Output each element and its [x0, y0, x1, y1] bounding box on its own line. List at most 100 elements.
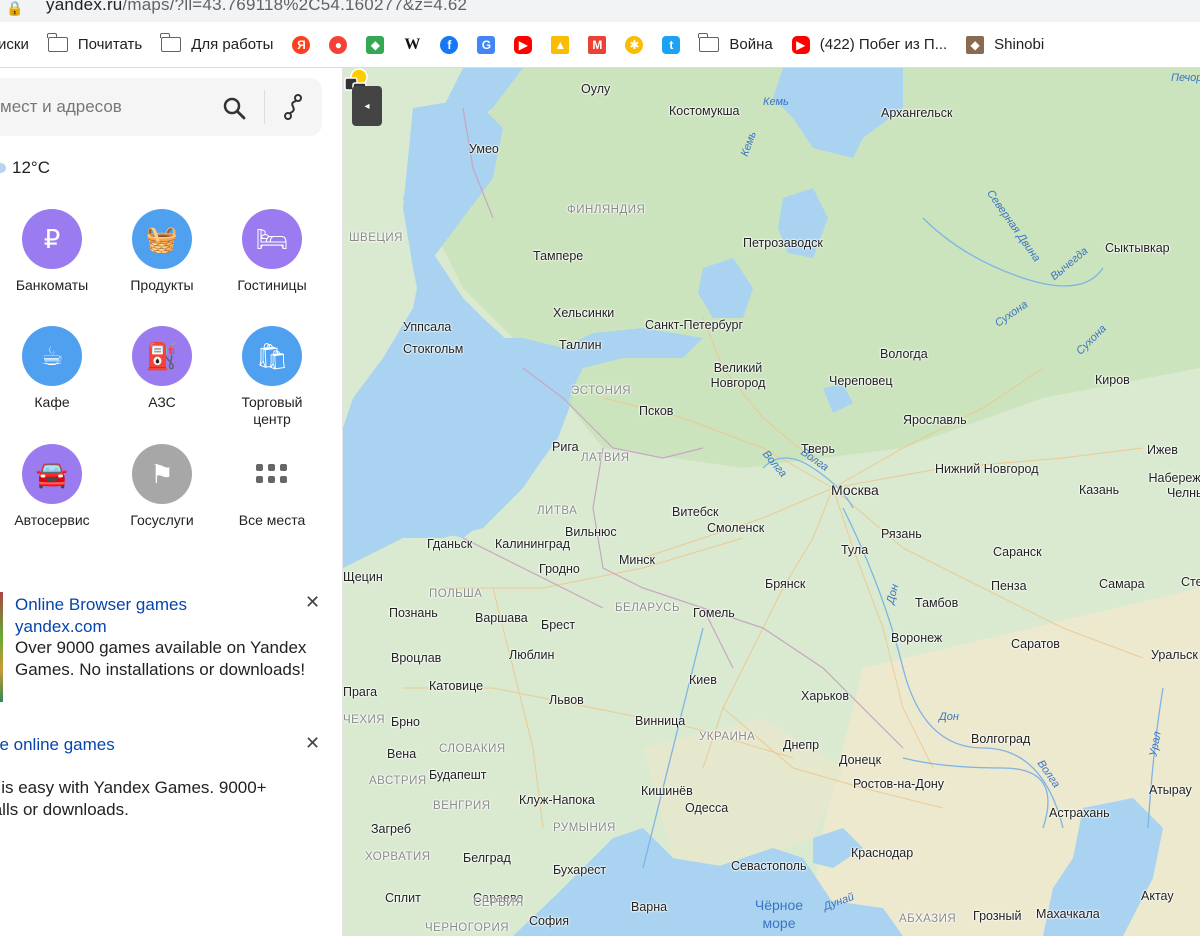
city-label[interactable]: Донецк [839, 753, 881, 767]
city-label[interactable]: Таллин [559, 338, 602, 352]
city-label[interactable]: Череповец [829, 374, 893, 388]
city-label[interactable]: Варшава [475, 611, 528, 625]
city-label[interactable]: Днепр [783, 738, 819, 752]
city-label[interactable]: Тула [841, 543, 868, 557]
city-label[interactable]: Прага [343, 685, 377, 699]
city-label[interactable]: Вильнюс [565, 525, 617, 539]
city-label[interactable]: Пенза [991, 579, 1027, 593]
city-label[interactable]: Люблин [509, 648, 554, 662]
category-item[interactable]: ☕ Кафе [0, 326, 107, 411]
category-item[interactable]: Все места [217, 444, 327, 529]
bookmark-item[interactable]: Война [698, 22, 773, 68]
city-label[interactable]: Киров [1095, 373, 1130, 387]
city-label[interactable]: Варна [631, 900, 667, 914]
city-label[interactable]: Набережные Челны [1141, 471, 1200, 501]
city-label[interactable]: Уппсала [403, 320, 451, 334]
city-label[interactable]: Белград [463, 851, 511, 865]
city-label[interactable]: Тампере [533, 249, 583, 263]
city-label[interactable]: Рига [552, 440, 579, 454]
city-label[interactable]: Катовице [429, 679, 483, 693]
search-icon[interactable] [222, 96, 246, 120]
city-label[interactable]: Стокгольм [403, 342, 463, 356]
city-label[interactable]: Москва [831, 482, 879, 498]
bookmark-item[interactable]: W [403, 22, 422, 68]
city-label[interactable]: Петрозаводск [743, 236, 823, 250]
city-label[interactable]: Нижний Новгород [935, 462, 1039, 476]
city-label[interactable]: Казань [1079, 483, 1119, 497]
city-label[interactable]: Уральск [1151, 648, 1198, 662]
city-label[interactable]: Брянск [765, 577, 805, 591]
search-box[interactable]: мест и адресов [0, 78, 322, 136]
city-label[interactable]: Архангельск [881, 106, 952, 120]
bookmark-item[interactable]: ◆ [366, 22, 385, 68]
city-label[interactable]: Львов [549, 693, 584, 707]
category-item[interactable]: ⛽ АЗС [107, 326, 217, 411]
category-item[interactable]: ₽ Банкоматы [0, 209, 107, 294]
bookmark-item[interactable]: t [662, 22, 681, 68]
city-label[interactable]: Умео [469, 142, 499, 156]
city-label[interactable]: Кишинёв [641, 784, 693, 798]
url-text[interactable]: yandex.ru/maps/?ll=43.769118%2C54.160277… [46, 0, 467, 15]
city-label[interactable]: Минск [619, 553, 655, 567]
ad2-title[interactable]: ee online games [0, 735, 115, 755]
category-item[interactable]: 🚘 Автосервис [0, 444, 107, 529]
city-label[interactable]: Харьков [801, 689, 849, 703]
city-label[interactable]: Вологда [880, 347, 928, 361]
category-item[interactable]: 🧺 Продукты [107, 209, 217, 294]
city-label[interactable]: Одесса [685, 801, 728, 815]
city-label[interactable]: Ярославль [903, 413, 967, 427]
bookmark-item[interactable]: f [440, 22, 459, 68]
city-label[interactable]: Воронеж [891, 631, 942, 645]
city-label[interactable]: Витебск [672, 505, 718, 519]
bookmark-item[interactable]: ▲ [551, 22, 570, 68]
city-label[interactable]: Псков [639, 404, 673, 418]
city-label[interactable]: Сыктывкар [1105, 241, 1170, 255]
category-item[interactable]: 🛍 Торговый центр [217, 326, 327, 428]
city-label[interactable]: Вена [387, 747, 416, 761]
search-input[interactable]: мест и адресов [0, 97, 122, 117]
city-label[interactable]: Гродно [539, 562, 580, 576]
city-label[interactable]: Брест [541, 618, 575, 632]
city-label[interactable]: Сплит [385, 891, 421, 905]
city-label[interactable]: Тамбов [915, 596, 958, 610]
city-label[interactable]: Винница [635, 714, 685, 728]
bookmark-item[interactable]: ● [329, 22, 348, 68]
city-label[interactable]: Великий Новгород [693, 361, 783, 391]
address-bar[interactable]: 🔒 yandex.ru/maps/?ll=43.769118%2C54.1602… [0, 0, 1200, 22]
category-item[interactable]: ⚑ Госуслуги [107, 444, 217, 529]
city-label[interactable]: Ижев [1147, 443, 1178, 457]
bookmark-item[interactable]: ▶ (422) Побег из П... [791, 22, 947, 68]
city-label[interactable]: Краснодар [851, 846, 913, 860]
city-label[interactable]: Гданьск [427, 537, 472, 551]
city-label[interactable]: Познань [389, 606, 438, 620]
ad-title[interactable]: Online Browser games [15, 595, 187, 615]
city-label[interactable]: Щецин [343, 570, 383, 584]
city-label[interactable]: Саранск [993, 545, 1042, 559]
city-label[interactable]: Санкт-Петербург [645, 318, 743, 332]
bookmark-item[interactable]: ✱ [625, 22, 644, 68]
city-label[interactable]: Севастополь [731, 859, 806, 873]
city-label[interactable]: Бухарест [553, 863, 606, 877]
bookmark-item[interactable]: Почитать [46, 22, 142, 68]
city-label[interactable]: Саратов [1011, 637, 1060, 651]
bookmark-item[interactable]: иски [0, 22, 29, 68]
city-label[interactable]: Актау [1141, 889, 1174, 903]
bookmark-item[interactable]: G [477, 22, 496, 68]
city-label[interactable]: Астрахань [1049, 806, 1110, 820]
city-label[interactable]: Смоленск [707, 521, 764, 535]
city-label[interactable]: Хельсинки [553, 306, 614, 320]
route-icon[interactable] [280, 93, 306, 121]
city-label[interactable]: Грозный [973, 909, 1021, 923]
city-label[interactable]: Атырау [1149, 783, 1192, 797]
close-icon[interactable]: ✕ [305, 733, 320, 754]
city-label[interactable]: Махачкала [1036, 907, 1100, 921]
city-label[interactable]: Брно [391, 715, 420, 729]
city-label[interactable]: Костомукша [669, 104, 739, 118]
city-label[interactable]: Рязань [881, 527, 922, 541]
bookmark-item[interactable]: Для работы [160, 22, 273, 68]
ad-domain[interactable]: yandex.com [15, 617, 107, 637]
collapse-panel-button[interactable]: ◂ [352, 86, 382, 126]
city-label[interactable]: Гомель [693, 606, 735, 620]
bookmark-item[interactable]: M [588, 22, 607, 68]
city-label[interactable]: Киев [689, 673, 717, 687]
